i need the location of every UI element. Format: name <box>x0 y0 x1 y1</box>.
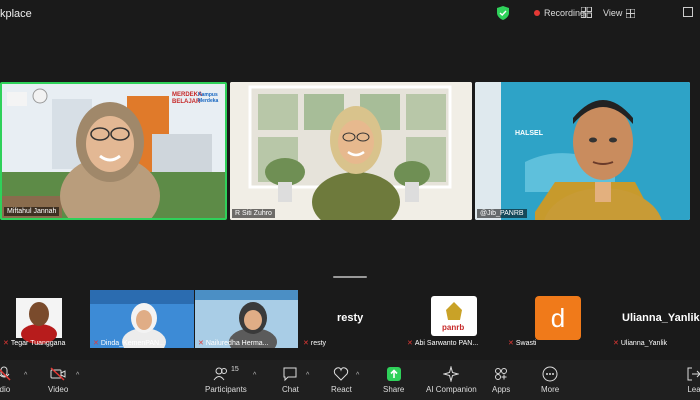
participants-icon <box>213 367 227 381</box>
mic-muted-icon: ✕ <box>93 340 99 347</box>
view-label: View <box>603 8 623 18</box>
speaker-video-3 <box>475 82 690 220</box>
participant-display-name: resty <box>337 312 364 324</box>
gallery-tile-7[interactable]: Ulianna_Yanlik ✕ Ulianna_Yanlik <box>610 290 700 348</box>
participant-name: Tegar Tuanggana <box>10 339 66 347</box>
participant-avatar-6: d <box>535 296 581 340</box>
chat-button[interactable]: Chat <box>282 366 299 394</box>
audio-options-chevron-icon[interactable]: ^ <box>24 372 27 379</box>
speaker-name: @Jib_PANRB <box>480 210 524 217</box>
participants-chevron-icon[interactable]: ^ <box>253 372 256 379</box>
slide-text-kampus: Kampus Merdeka <box>198 92 219 104</box>
apps-label: Apps <box>492 385 511 394</box>
panel-resize-handle[interactable] <box>333 276 367 278</box>
speaker-tile-3[interactable]: HALSEL @Jib_PANRB <box>475 82 690 220</box>
participant-name: Ulianna_Yanlik <box>620 339 668 347</box>
panrb-logo-text: panrb <box>442 323 465 332</box>
participant-name-tag: ✕ Ulianna_Yanlik <box>610 338 670 348</box>
mic-muted-icon <box>0 366 11 381</box>
video-button[interactable]: Video <box>48 366 68 394</box>
participant-name: Abi Sarwanto PAN... <box>414 339 479 347</box>
recording-indicator[interactable]: Recording <box>534 8 585 18</box>
participant-name: Nailuredha Herma... <box>205 339 269 347</box>
participant-name-tag: ✕ Abi Sarwanto PAN... <box>404 338 481 348</box>
leave-label: Lea <box>687 385 700 394</box>
gallery-tile-2[interactable]: ✕ Dinda_KemenPAN... <box>90 290 194 348</box>
participant-name-tag: ✕ resty <box>300 338 329 348</box>
apps-button[interactable]: Apps <box>492 366 510 394</box>
leave-icon <box>687 367 700 381</box>
chat-icon <box>283 367 297 382</box>
speaker-name: Miftahul Jannah <box>7 208 57 215</box>
audio-label: idio <box>0 385 11 394</box>
mic-muted-icon: ✕ <box>613 340 619 347</box>
speaker-name-tag: R Siti Zuhro <box>232 209 275 218</box>
share-screen-icon <box>386 367 401 381</box>
react-button[interactable]: React <box>331 366 352 394</box>
slide-text-halsel: HALSEL <box>515 130 543 137</box>
restore-window-icon[interactable] <box>683 7 693 17</box>
leave-button[interactable]: Lea <box>686 366 700 394</box>
video-off-icon <box>50 367 66 381</box>
gallery-tile-1[interactable]: ✕ Tegar Tuanggana <box>0 290 88 348</box>
mic-muted-icon: ✕ <box>508 340 514 347</box>
title-bar: kplace Recording View <box>0 0 700 28</box>
video-label: Video <box>48 385 69 394</box>
mic-muted-icon: ✕ <box>407 340 413 347</box>
more-icon <box>542 366 558 382</box>
meeting-toolbar: idio ^ Video ^ 15 Participants ^ Chat ^ <box>0 360 700 400</box>
sparkle-icon <box>443 366 460 382</box>
shield-icon[interactable] <box>497 6 509 20</box>
mic-muted-icon: ✕ <box>3 340 9 347</box>
participant-name: Swasti <box>515 339 537 347</box>
gallery-tile-3[interactable]: ✕ Nailuredha Herma... <box>195 290 298 348</box>
mic-muted-icon: ✕ <box>303 340 309 347</box>
speaker-tile-2[interactable]: R Siti Zuhro <box>230 82 472 220</box>
share-label: Share <box>383 385 405 394</box>
avatar-letter: d <box>550 302 566 333</box>
participant-name: Dinda_KemenPAN... <box>100 339 165 347</box>
gallery-grid-icon[interactable] <box>581 7 592 18</box>
window-title: kplace <box>0 8 32 20</box>
participant-display-name: Ulianna_Yanlik <box>622 312 700 324</box>
gallery-tile-6[interactable]: d ✕ Swasti <box>505 290 609 348</box>
gallery-tile-4[interactable]: resty ✕ resty <box>300 290 410 348</box>
react-label: React <box>331 385 352 394</box>
more-button[interactable]: More <box>541 366 559 394</box>
audio-button[interactable]: idio <box>0 366 12 394</box>
recording-label: Recording <box>544 8 586 18</box>
chat-label: Chat <box>282 385 299 394</box>
video-options-chevron-icon[interactable]: ^ <box>76 372 79 379</box>
speaker-video-2 <box>230 82 472 220</box>
speaker-name-tag: Miftahul Jannah <box>4 207 60 216</box>
speaker-name-tag: @Jib_PANRB <box>477 209 527 218</box>
mic-muted-icon: ✕ <box>198 340 204 347</box>
gallery-tile-5[interactable]: panrb ✕ Abi Sarwanto PAN... <box>404 290 514 348</box>
share-button[interactable]: Share <box>383 366 404 394</box>
react-chevron-icon[interactable]: ^ <box>356 372 359 379</box>
participants-label: Participants <box>205 385 247 394</box>
ai-companion-button[interactable]: AI Companion <box>426 366 477 394</box>
chat-chevron-icon[interactable]: ^ <box>306 372 309 379</box>
participant-name-tag: ✕ Swasti <box>505 338 540 348</box>
record-dot-icon <box>534 10 540 16</box>
ai-companion-label: AI Companion <box>426 385 477 394</box>
participants-count: 15 <box>231 366 239 373</box>
speaker-name: R Siti Zuhro <box>235 210 272 217</box>
view-grid-icon <box>626 8 636 18</box>
heart-icon <box>334 367 349 381</box>
view-button[interactable]: View <box>603 8 636 18</box>
participants-button[interactable]: 15 Participants <box>205 366 247 394</box>
participant-name-tag: ✕ Tegar Tuanggana <box>0 338 68 348</box>
more-label: More <box>541 385 560 394</box>
participant-name-tag: ✕ Dinda_KemenPAN... <box>90 338 168 348</box>
participant-name-tag: ✕ Nailuredha Herma... <box>195 338 272 348</box>
slide-text-merdeka: MERDEKA BELAJAR <box>172 92 203 105</box>
apps-icon <box>495 368 508 380</box>
participant-name: resty <box>310 339 327 347</box>
speaker-tile-1[interactable]: MERDEKA BELAJAR Kampus Merdeka Miftahul … <box>0 82 227 220</box>
